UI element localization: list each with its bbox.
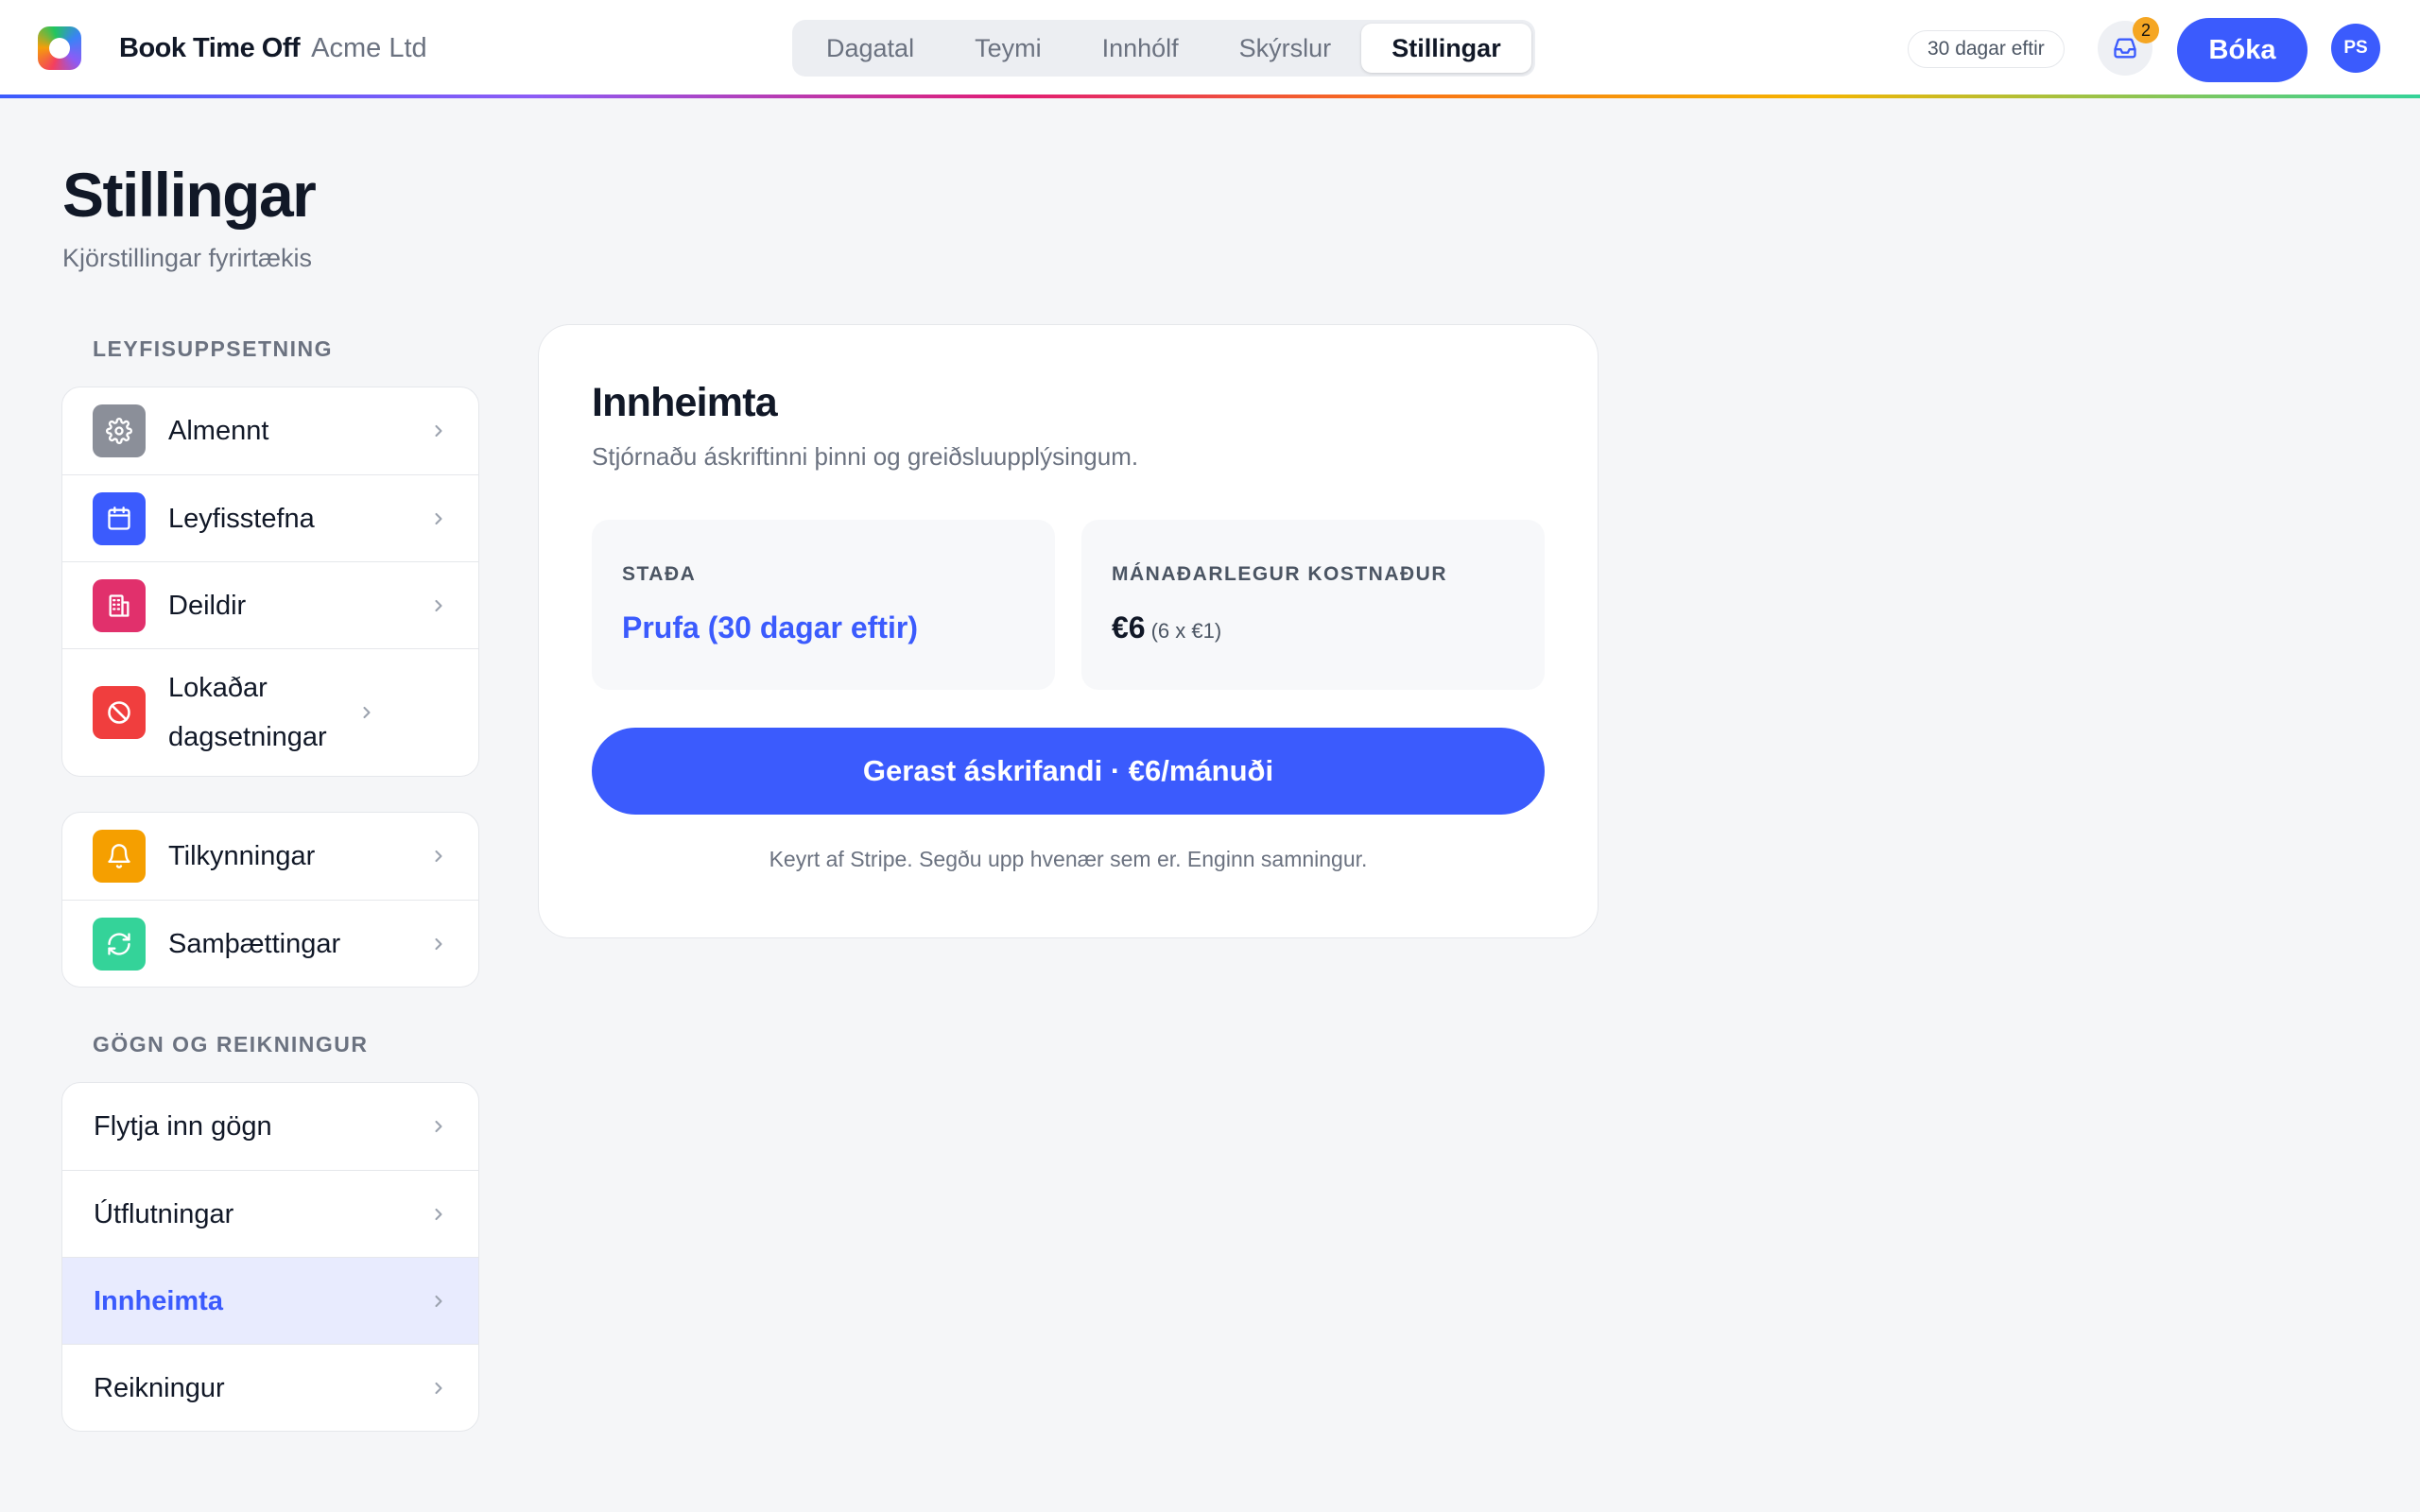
tab-team[interactable]: Teymi xyxy=(944,24,1072,73)
app-logo-icon xyxy=(38,26,81,70)
sidebar-item-label: Útflutningar xyxy=(94,1198,234,1229)
billing-subtitle: Stjórnaðu áskriftinni þinni og greiðsluu… xyxy=(592,442,1139,471)
tab-reports[interactable]: Skýrslur xyxy=(1209,24,1362,73)
app-name: Book Time Off xyxy=(119,32,301,63)
chevron-right-icon xyxy=(435,1382,442,1394)
trial-badge[interactable]: 30 dagar eftir xyxy=(1908,30,2065,68)
chevron-right-icon xyxy=(435,1208,442,1220)
monthly-cost-note: (6 x €1) xyxy=(1150,619,1222,643)
company-name: Acme Ltd xyxy=(311,32,427,63)
sidebar-item-account[interactable]: Reikningur xyxy=(62,1344,478,1431)
calendar-icon xyxy=(93,491,146,545)
page-title: Stillingar xyxy=(62,160,317,230)
status-card: STAÐA Prufa (30 dagar eftir) xyxy=(592,520,1055,690)
sidebar-item-general[interactable]: Almennt xyxy=(62,387,478,474)
chevron-right-icon xyxy=(363,706,371,719)
monthly-cost-value: €6 xyxy=(1112,610,1146,644)
settings-group-notifications: Tilkynningar Samþættingar xyxy=(61,812,479,988)
sidebar-item-label: Lokaðar dagsetningar xyxy=(168,673,327,752)
subscribe-button[interactable]: Gerast áskrifandi · €6/mánuði xyxy=(592,728,1545,815)
chevron-right-icon xyxy=(435,1295,442,1307)
sidebar-item-label: Almennt xyxy=(168,416,269,446)
sidebar-item-label: Tilkynningar xyxy=(168,841,316,871)
monthly-cost-card: MÁNAÐARLEGUR KOSTNAÐUR €6 (6 x €1) xyxy=(1081,520,1545,690)
chevron-right-icon xyxy=(435,850,442,863)
inbox-tray-icon xyxy=(2114,38,2136,59)
gear-icon xyxy=(93,404,146,457)
sidebar-item-label: Deildir xyxy=(168,590,247,621)
sidebar-item-label: Innheimta xyxy=(94,1285,223,1316)
sidebar-item-integrations[interactable]: Samþættingar xyxy=(62,900,478,987)
settings-group-leave: Almennt Leyfisstefna Deildir Lokaðar dag… xyxy=(61,387,479,777)
sidebar-item-billing[interactable]: Innheimta xyxy=(62,1257,478,1344)
top-bar: Book Time Off Acme Ltd Dagatal Teymi Inn… xyxy=(0,0,2420,94)
block-icon xyxy=(93,686,146,739)
section-label-data-account: GÖGN OG REIKNINGUR xyxy=(93,1032,369,1057)
sidebar-item-label: Flytja inn gögn xyxy=(94,1111,272,1142)
building-icon xyxy=(93,578,146,632)
sidebar-item-leave-policy[interactable]: Leyfisstefna xyxy=(62,474,478,561)
sidebar-item-exports[interactable]: Útflutningar xyxy=(62,1170,478,1257)
sidebar-item-departments[interactable]: Deildir xyxy=(62,561,478,648)
brand[interactable]: Book Time Off Acme Ltd xyxy=(38,26,427,70)
monthly-cost-label: MÁNAÐARLEGUR KOSTNAÐUR xyxy=(1112,563,1447,585)
status-label: STAÐA xyxy=(622,563,697,585)
sidebar-item-import-data[interactable]: Flytja inn gögn xyxy=(62,1083,478,1170)
user-avatar[interactable]: PS xyxy=(2331,24,2380,73)
book-button[interactable]: Bóka xyxy=(2177,18,2308,82)
sidebar-item-label: Leyfisstefna xyxy=(168,503,315,534)
billing-title: Innheimta xyxy=(592,380,778,425)
section-label-leave-setup: LEYFISUPPSETNING xyxy=(93,336,334,361)
chevron-right-icon xyxy=(435,424,442,438)
tab-settings[interactable]: Stillingar xyxy=(1361,24,1531,73)
chevron-right-icon xyxy=(435,937,442,950)
status-value: Prufa (30 dagar eftir) xyxy=(622,610,918,644)
sidebar-item-notifications[interactable]: Tilkynningar xyxy=(62,813,478,900)
chevron-right-icon xyxy=(435,1120,442,1133)
sidebar-item-blocked-dates[interactable]: Lokaðar dagsetningar xyxy=(62,648,478,776)
chevron-right-icon xyxy=(435,512,442,524)
billing-panel: Innheimta Stjórnaðu áskriftinni þinni og… xyxy=(538,324,1599,938)
inbox-count-badge: 2 xyxy=(2133,17,2159,43)
billing-footnote: Keyrt af Stripe. Segðu upp hvenær sem er… xyxy=(769,847,1368,871)
sidebar-item-label: Reikningur xyxy=(94,1372,225,1403)
main-nav: Dagatal Teymi Innhólf Skýrslur Stillinga… xyxy=(792,20,1535,77)
monthly-cost-line: €6 (6 x €1) xyxy=(1112,610,1221,645)
tab-calendar[interactable]: Dagatal xyxy=(796,24,944,73)
bell-icon xyxy=(93,830,146,883)
sidebar-item-label: Samþættingar xyxy=(168,928,341,959)
chevron-right-icon xyxy=(435,599,442,611)
settings-group-data: Flytja inn gögn Útflutningar Innheimta R… xyxy=(61,1082,479,1432)
header-accent-line xyxy=(0,94,2420,98)
page-subtitle: Kjörstillingar fyrirtækis xyxy=(62,244,313,272)
sync-icon xyxy=(93,917,146,971)
tab-inbox[interactable]: Innhólf xyxy=(1072,24,1209,73)
